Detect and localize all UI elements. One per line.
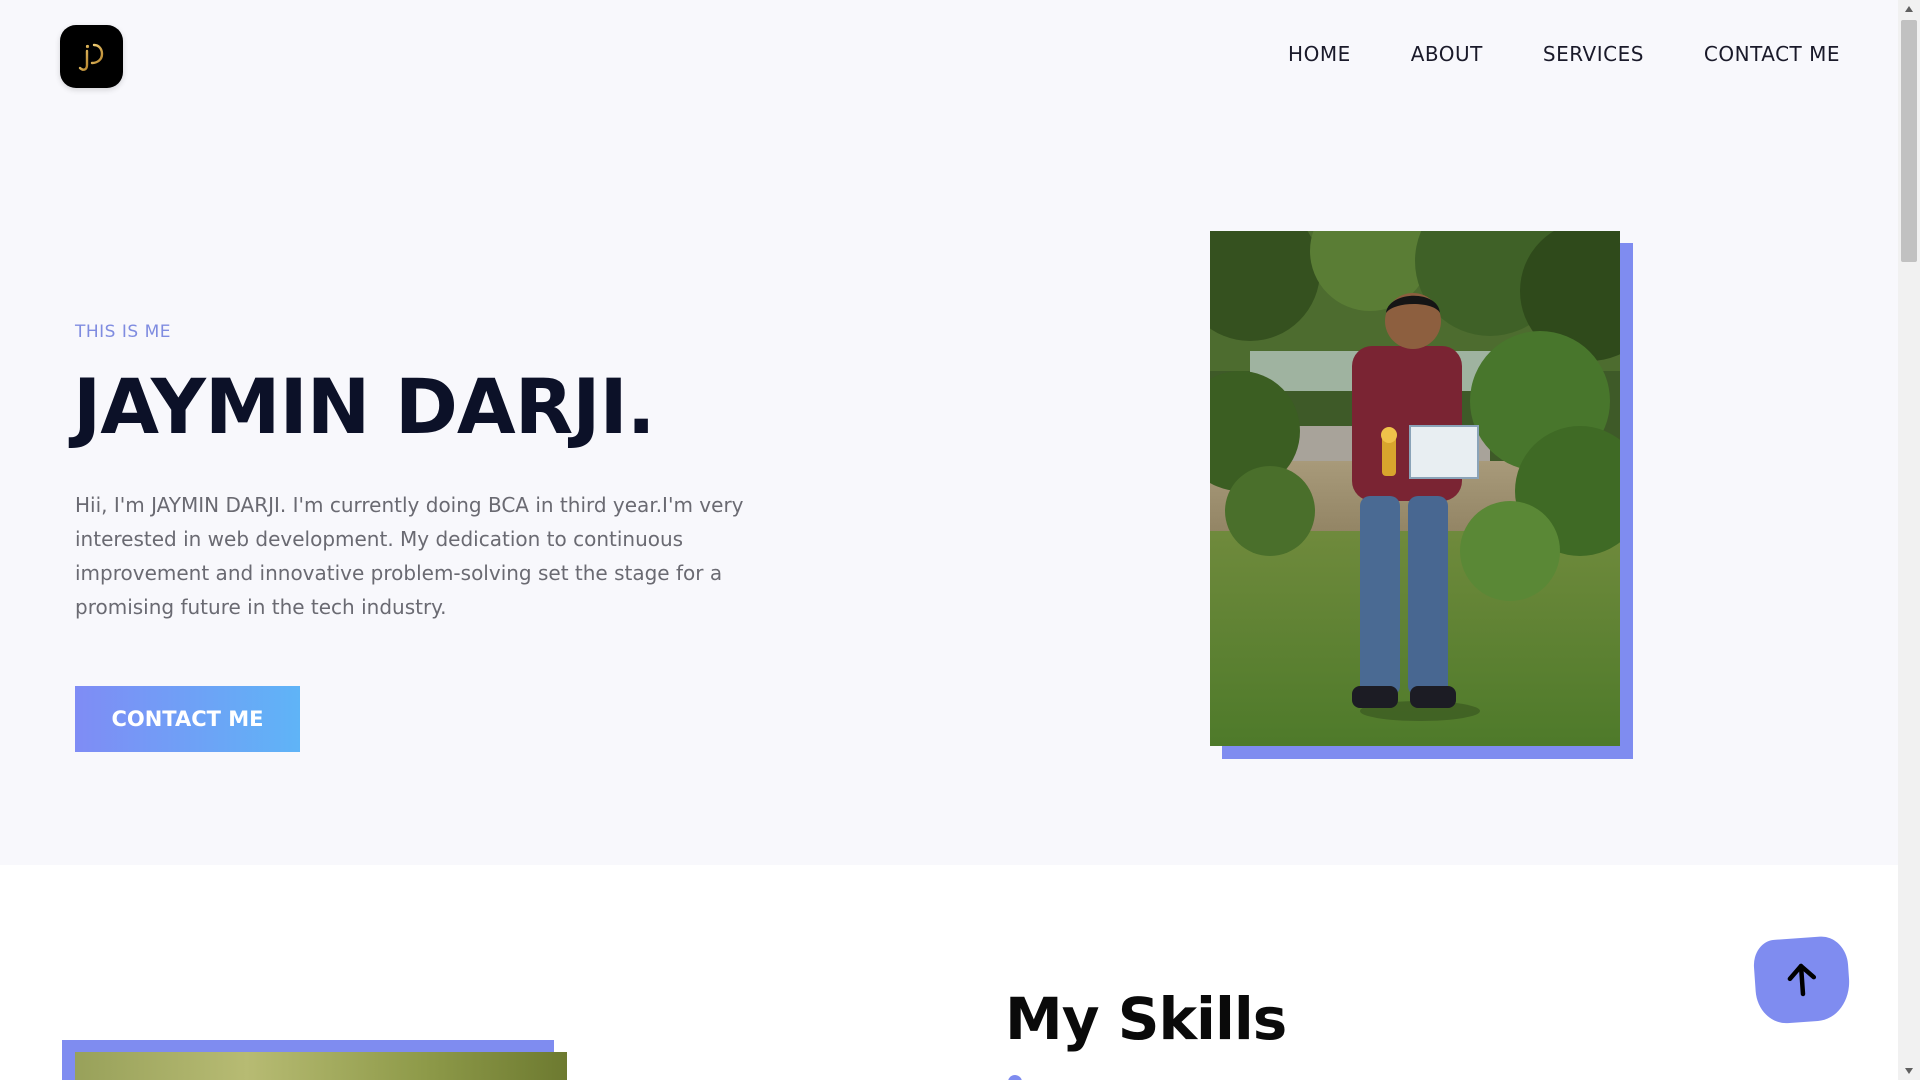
- scrollbar-up-arrow[interactable]: [1898, 0, 1920, 18]
- skills-title: My Skills: [1005, 985, 1287, 1053]
- contact-me-button[interactable]: CONTACT ME: [75, 686, 300, 752]
- about-photo: [75, 1052, 567, 1080]
- profile-photo: [1210, 231, 1620, 746]
- logo[interactable]: [60, 25, 123, 88]
- nav-home[interactable]: HOME: [1288, 42, 1351, 66]
- nav-contact-me[interactable]: CONTACT ME: [1704, 42, 1840, 66]
- triangle-up-icon: [1905, 6, 1913, 12]
- arrow-up-icon: [1787, 963, 1817, 997]
- scroll-to-top-button[interactable]: [1752, 934, 1852, 1026]
- nav-services[interactable]: SERVICES: [1543, 42, 1644, 66]
- skills-bullet: [1008, 1075, 1022, 1080]
- scrollbar-thumb[interactable]: [1901, 20, 1917, 262]
- page: HOME ABOUT SERVICES CONTACT ME THIS IS M…: [0, 0, 1920, 1080]
- scrollbar-down-arrow[interactable]: [1898, 1062, 1920, 1080]
- nav-about[interactable]: ABOUT: [1411, 42, 1483, 66]
- hero-description: Hii, I'm JAYMIN DARJI. I'm currently doi…: [75, 493, 744, 619]
- hero-kicker: THIS IS ME: [75, 322, 171, 342]
- triangle-down-icon: [1905, 1068, 1913, 1074]
- hero-section: HOME ABOUT SERVICES CONTACT ME THIS IS M…: [0, 0, 1898, 865]
- main-nav: HOME ABOUT SERVICES CONTACT ME: [1288, 42, 1840, 66]
- profile-photo-illustration: [1210, 231, 1620, 746]
- jd-monogram-logo-icon: [78, 43, 103, 71]
- hero-title: JAYMIN DARJI.: [73, 362, 656, 451]
